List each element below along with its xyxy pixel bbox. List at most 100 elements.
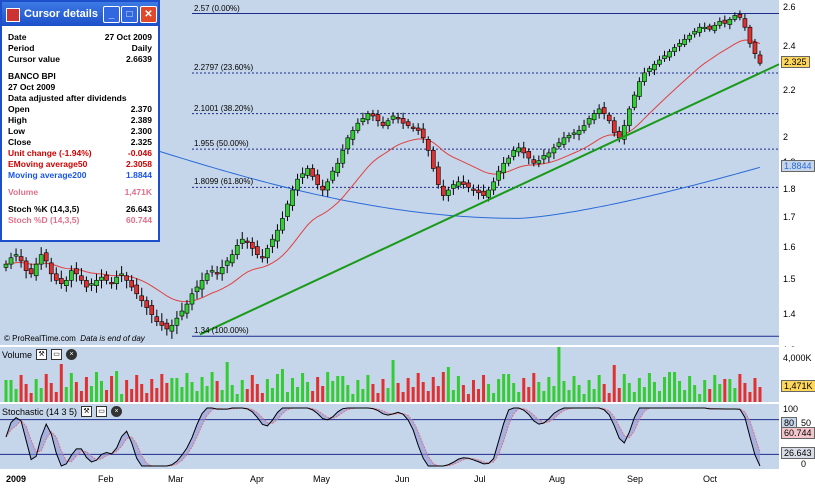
volume-bar — [693, 385, 697, 402]
volume-title: Volume — [2, 349, 33, 360]
volume-bar — [421, 382, 425, 402]
volume-bar — [698, 394, 702, 402]
volume-tag: 1,471K — [781, 380, 815, 392]
candle — [732, 15, 738, 20]
candle — [601, 107, 607, 114]
candle — [109, 282, 114, 285]
volume-bar — [411, 387, 415, 402]
volume-bar — [552, 386, 556, 402]
stochastic-pane[interactable]: Stochastic (14 3 5) ⚒ ▭ × — [0, 404, 779, 469]
candle — [596, 108, 602, 114]
candle — [451, 184, 456, 189]
volume-bar — [59, 364, 63, 402]
candle — [234, 245, 240, 255]
candle — [752, 41, 758, 54]
row-volume: Volume 1,471K — [8, 187, 152, 197]
candle — [521, 147, 527, 154]
candle — [516, 147, 522, 153]
volume-bar — [482, 375, 486, 402]
candle — [637, 81, 642, 97]
volume-bar — [431, 377, 435, 402]
candle — [224, 260, 230, 266]
candle — [737, 14, 743, 18]
close-icon[interactable]: × — [66, 349, 78, 360]
volume-bar — [301, 373, 305, 402]
volume-bar — [612, 365, 616, 402]
volume-bar — [456, 376, 460, 402]
x-label-jun: Jun — [395, 474, 410, 484]
volume-canvas — [4, 347, 762, 402]
volume-bar — [381, 379, 385, 402]
candle — [184, 303, 190, 314]
volume-bar — [592, 389, 596, 402]
x-label-may: May — [313, 474, 331, 484]
candle — [506, 157, 511, 164]
volume-bar — [597, 375, 601, 402]
candle — [441, 185, 446, 196]
price-tick: 2.4 — [783, 41, 796, 52]
volume-bar — [758, 387, 762, 402]
volume-bar — [341, 376, 345, 402]
candle — [255, 246, 260, 255]
volume-bar — [140, 384, 144, 402]
volume-bar — [74, 382, 78, 402]
volume-bar — [230, 385, 234, 402]
volume-bar — [703, 380, 707, 402]
volume-bar — [743, 383, 747, 402]
wrench-icon[interactable]: ⚒ — [36, 349, 48, 360]
window-icon[interactable]: ▭ — [51, 349, 63, 360]
volume-bar — [336, 376, 340, 402]
volume-axis: 4,000K 1,471K 0 — [779, 347, 815, 402]
wrench-icon[interactable]: ⚒ — [81, 406, 93, 417]
volume-bar — [250, 375, 254, 402]
volume-bar — [451, 390, 455, 402]
volume-bar — [175, 378, 179, 402]
close-icon[interactable]: × — [111, 406, 123, 417]
time-axis: 2009 Feb Mar Apr May Jun Jul Aug Sep Oct — [0, 469, 815, 488]
candle — [747, 26, 753, 44]
candle — [611, 120, 617, 134]
candle — [179, 310, 185, 317]
volume-pane[interactable]: Volume ⚒ ▭ × — [0, 347, 779, 402]
volume-bar — [280, 369, 284, 402]
candle — [229, 254, 235, 264]
close-button[interactable]: ✕ — [140, 6, 157, 23]
volume-bar — [477, 389, 481, 402]
stochastic-title: Stochastic (14 3 5) — [2, 406, 78, 417]
row-date: Date 27 Oct 2009 — [8, 32, 152, 42]
volume-bar — [64, 387, 68, 402]
price-tick: 1.7 — [783, 212, 796, 223]
candle — [164, 322, 170, 330]
maximize-button[interactable]: □ — [121, 6, 138, 23]
candle — [687, 34, 692, 40]
volume-bar — [436, 386, 440, 402]
candle — [204, 273, 210, 281]
candle — [315, 174, 320, 185]
volume-bar — [145, 393, 149, 402]
volume-bar — [647, 373, 651, 402]
candle — [571, 132, 577, 135]
volume-bar — [326, 372, 330, 402]
volume-bar — [29, 393, 33, 402]
candle — [430, 150, 436, 169]
stoch-tag-k: 26.643 — [781, 447, 815, 459]
volume-bar — [416, 373, 420, 402]
candle — [375, 114, 381, 122]
cursor-window-titlebar[interactable]: Cursor details _ □ ✕ — [2, 2, 158, 26]
volume-bar — [582, 394, 586, 402]
price-tick: 1.8 — [783, 184, 796, 195]
fib-label: 1.8099 (61.80%) — [194, 177, 254, 187]
cursor-details-window[interactable]: Cursor details _ □ ✕ Date 27 Oct 2009 Per… — [0, 0, 160, 242]
volume-bar — [160, 374, 164, 402]
volume-bar — [728, 379, 732, 402]
stochastic-axis: 100 80 50 60.744 26.643 0 20 — [779, 404, 815, 469]
volume-bar — [200, 377, 204, 402]
volume-bar — [466, 394, 470, 402]
candle — [340, 150, 346, 164]
candle — [370, 113, 376, 117]
volume-bar — [49, 383, 53, 402]
minimize-button[interactable]: _ — [103, 6, 120, 23]
volume-bar — [376, 393, 380, 402]
window-icon[interactable]: ▭ — [96, 406, 108, 417]
stoch-tick-0: 0 — [801, 459, 807, 469]
